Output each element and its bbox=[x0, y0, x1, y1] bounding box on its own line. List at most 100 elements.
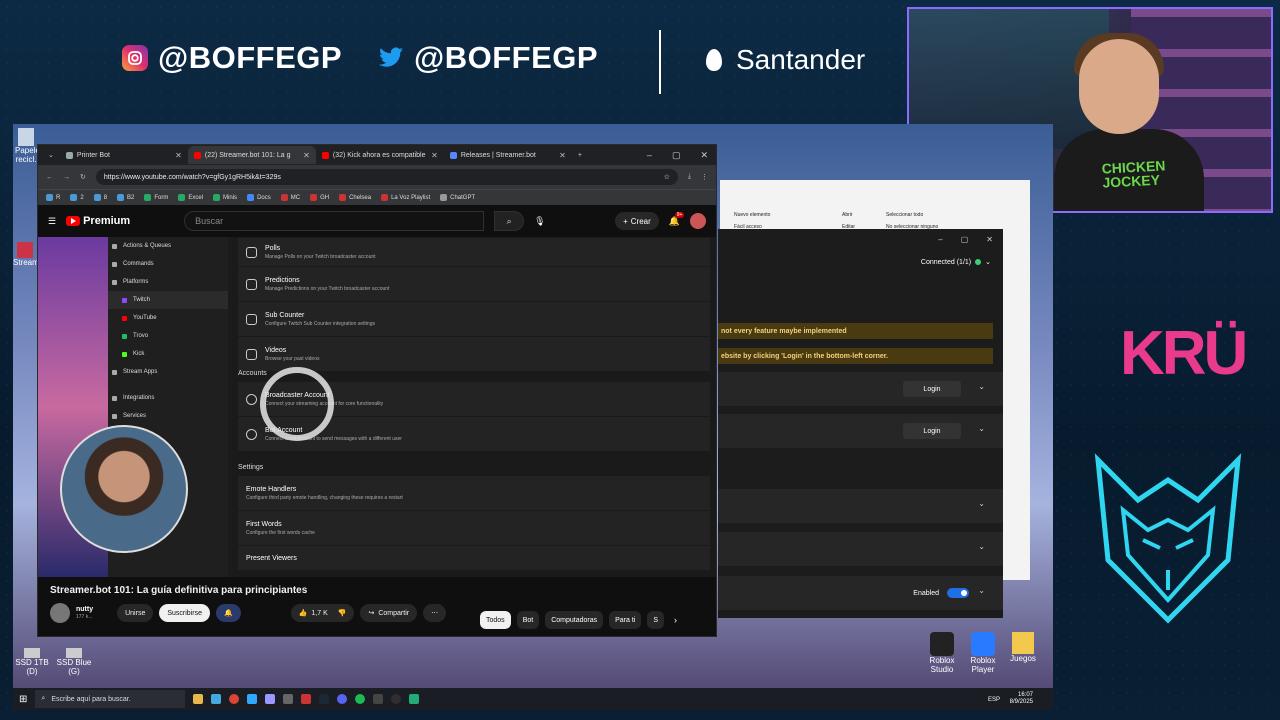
join-button[interactable]: Unirse bbox=[117, 604, 154, 622]
bookmark-item[interactable]: Minis bbox=[213, 194, 237, 201]
channel-name[interactable]: nutty bbox=[76, 606, 93, 614]
new-tab-icon[interactable]: + bbox=[572, 152, 582, 159]
tab-streamerbot-101[interactable]: (22) Streamer.bot 101: La g ✕ bbox=[187, 146, 316, 164]
app-icon[interactable] bbox=[409, 694, 420, 704]
close-icon[interactable]: ✕ bbox=[986, 235, 993, 244]
connection-status[interactable]: Connected (1/1) ⌄ bbox=[921, 258, 991, 267]
bookmark-item[interactable]: GH bbox=[310, 194, 329, 201]
tab-kick[interactable]: (32) Kick ahora es compatible ✕ bbox=[316, 146, 444, 164]
login-button-2[interactable]: Login bbox=[903, 423, 961, 439]
desktop-icon-recycle[interactable]: Papeler. recicl. bbox=[15, 128, 44, 164]
settings-row-2[interactable]: ⌄ bbox=[718, 532, 1003, 566]
bookmark-item[interactable]: Excel bbox=[178, 194, 203, 201]
menu-dots-icon[interactable]: ⋮ bbox=[701, 173, 708, 181]
tab-printer-bot[interactable]: Printer Bot ✕ bbox=[60, 146, 188, 164]
obs-icon[interactable] bbox=[391, 694, 402, 704]
video-player[interactable]: Actions & Queues Commands Platforms Twit… bbox=[38, 237, 716, 577]
polls-icon bbox=[246, 246, 257, 258]
enabled-toggle[interactable] bbox=[947, 588, 969, 598]
explorer-open[interactable]: Abrir bbox=[842, 212, 853, 218]
minimize-icon[interactable]: – bbox=[938, 235, 942, 244]
warning-banner-1: not every feature maybe implemented bbox=[718, 323, 993, 339]
explorer-new-item[interactable]: Nuevo elemento bbox=[734, 212, 770, 218]
chip-all[interactable]: Todos bbox=[480, 611, 511, 629]
steam-icon[interactable] bbox=[319, 694, 330, 704]
url-input[interactable]: https://www.youtube.com/watch?v=gfGy1gRH… bbox=[95, 169, 678, 185]
bookmark-item[interactable]: 8 bbox=[93, 194, 107, 201]
chip-computers[interactable]: Computadoras bbox=[545, 611, 604, 629]
share-button[interactable]: ↪ Compartir bbox=[360, 604, 418, 622]
youtube-premium-logo[interactable]: Premium bbox=[66, 215, 130, 227]
hamburger-menu-icon[interactable]: ☰ bbox=[48, 216, 56, 227]
mic-icon[interactable]: 🎙 bbox=[534, 216, 545, 227]
close-tab-icon[interactable]: ✕ bbox=[303, 151, 310, 160]
bookmark-item[interactable]: R bbox=[46, 194, 60, 201]
app-icon[interactable] bbox=[301, 694, 312, 704]
calculator-icon[interactable] bbox=[283, 694, 294, 704]
desktop-icon-games[interactable]: Juegos bbox=[1009, 632, 1037, 663]
desktop-icon-roblox-player[interactable]: Roblox Player bbox=[963, 632, 1003, 674]
chevron-down-icon[interactable]: ⌄ bbox=[978, 382, 985, 391]
desktop-icon-roblox-studio[interactable]: Roblox Studio bbox=[925, 632, 959, 674]
like-button[interactable]: 👍 1,7 K 👎 bbox=[290, 604, 355, 622]
bookmark-item[interactable]: Form bbox=[144, 194, 168, 201]
bookmark-item[interactable]: MC bbox=[280, 194, 300, 201]
windows-start-icon[interactable]: ⊞ bbox=[19, 694, 27, 705]
account-avatar[interactable] bbox=[690, 213, 706, 229]
maximize-icon[interactable]: ▢ bbox=[961, 235, 969, 244]
language-indicator[interactable]: ESP bbox=[988, 697, 1000, 703]
maximize-icon[interactable]: ▢ bbox=[672, 150, 681, 161]
taskbar-search[interactable]: ⌕ Escribe aquí para buscar. bbox=[35, 690, 186, 708]
premiere-icon[interactable] bbox=[265, 694, 276, 704]
search-input[interactable]: Buscar bbox=[184, 211, 485, 231]
forward-icon[interactable]: → bbox=[63, 174, 70, 181]
bookmark-star-icon[interactable]: ☆ bbox=[664, 173, 678, 181]
desktop-icon-ssd-d[interactable]: SSD 1TB (D) bbox=[15, 648, 49, 676]
back-icon[interactable]: ← bbox=[46, 174, 53, 181]
minimize-icon[interactable]: – bbox=[647, 150, 652, 161]
download-icon[interactable]: ⤓ bbox=[688, 173, 691, 181]
more-actions-icon[interactable]: ⋯ bbox=[423, 604, 447, 622]
chip-bot[interactable]: Bot bbox=[516, 611, 540, 629]
channel-avatar[interactable] bbox=[50, 603, 70, 623]
close-tab-icon[interactable]: ✕ bbox=[431, 151, 438, 160]
chrome-icon[interactable] bbox=[229, 694, 240, 704]
close-tab-icon[interactable]: ✕ bbox=[175, 151, 182, 160]
chip-for-you[interactable]: Para ti bbox=[609, 611, 642, 629]
bookmark-item[interactable]: La Voz Playlist bbox=[381, 194, 430, 201]
spotify-icon[interactable] bbox=[355, 694, 366, 704]
bookmark-item[interactable]: B2 bbox=[117, 194, 134, 201]
desktop-icon-ssd-g[interactable]: SSD Blue (G) bbox=[55, 648, 93, 676]
settings-row-1[interactable]: ⌄ bbox=[718, 489, 1003, 523]
bookmark-item[interactable]: 2 bbox=[70, 194, 84, 201]
chevron-down-icon[interactable]: ⌄ bbox=[978, 424, 985, 433]
search-icon[interactable]: ⌕ bbox=[494, 211, 525, 231]
app-icon[interactable] bbox=[211, 694, 222, 704]
chevron-down-icon[interactable]: ⌄ bbox=[978, 586, 985, 595]
bookmark-item[interactable]: Chelsea bbox=[339, 194, 371, 201]
photoshop-icon[interactable] bbox=[247, 694, 258, 704]
app-icon[interactable] bbox=[373, 694, 384, 704]
taskbar-clock[interactable]: ESP 16:07 8/9/2025 bbox=[988, 692, 1053, 706]
notify-bell-icon[interactable]: 🔔 bbox=[215, 604, 241, 622]
tab-releases[interactable]: Releases | Streamer.bot ✕ bbox=[444, 146, 572, 164]
explorer-select-all[interactable]: Seleccionar todo bbox=[886, 212, 923, 218]
desktop-icon-stream[interactable]: Stream bbox=[13, 242, 39, 267]
chevron-right-icon[interactable]: › bbox=[670, 611, 677, 629]
bookmark-item[interactable]: ChatGPT bbox=[440, 194, 475, 201]
tab-search-icon[interactable]: ⌄ bbox=[42, 151, 60, 159]
close-tab-icon[interactable]: ✕ bbox=[559, 151, 566, 160]
thumbs-down-icon[interactable]: 👎 bbox=[338, 609, 347, 617]
file-explorer-icon[interactable] bbox=[193, 694, 204, 704]
chip-more[interactable]: S bbox=[647, 611, 665, 629]
subscribe-button[interactable]: Suscribirse bbox=[159, 604, 210, 622]
notifications-icon[interactable]: 🔔 9+ bbox=[669, 211, 685, 227]
discord-icon[interactable] bbox=[337, 694, 348, 704]
create-button[interactable]: + Crear bbox=[615, 212, 659, 230]
close-icon[interactable]: ✕ bbox=[700, 150, 708, 161]
reload-icon[interactable]: ↻ bbox=[80, 173, 86, 181]
bookmark-item[interactable]: Docs bbox=[247, 194, 271, 201]
login-button-1[interactable]: Login bbox=[903, 381, 961, 397]
instagram-icon bbox=[122, 45, 148, 71]
row-videos: Videos Browse your past videos bbox=[238, 337, 710, 371]
